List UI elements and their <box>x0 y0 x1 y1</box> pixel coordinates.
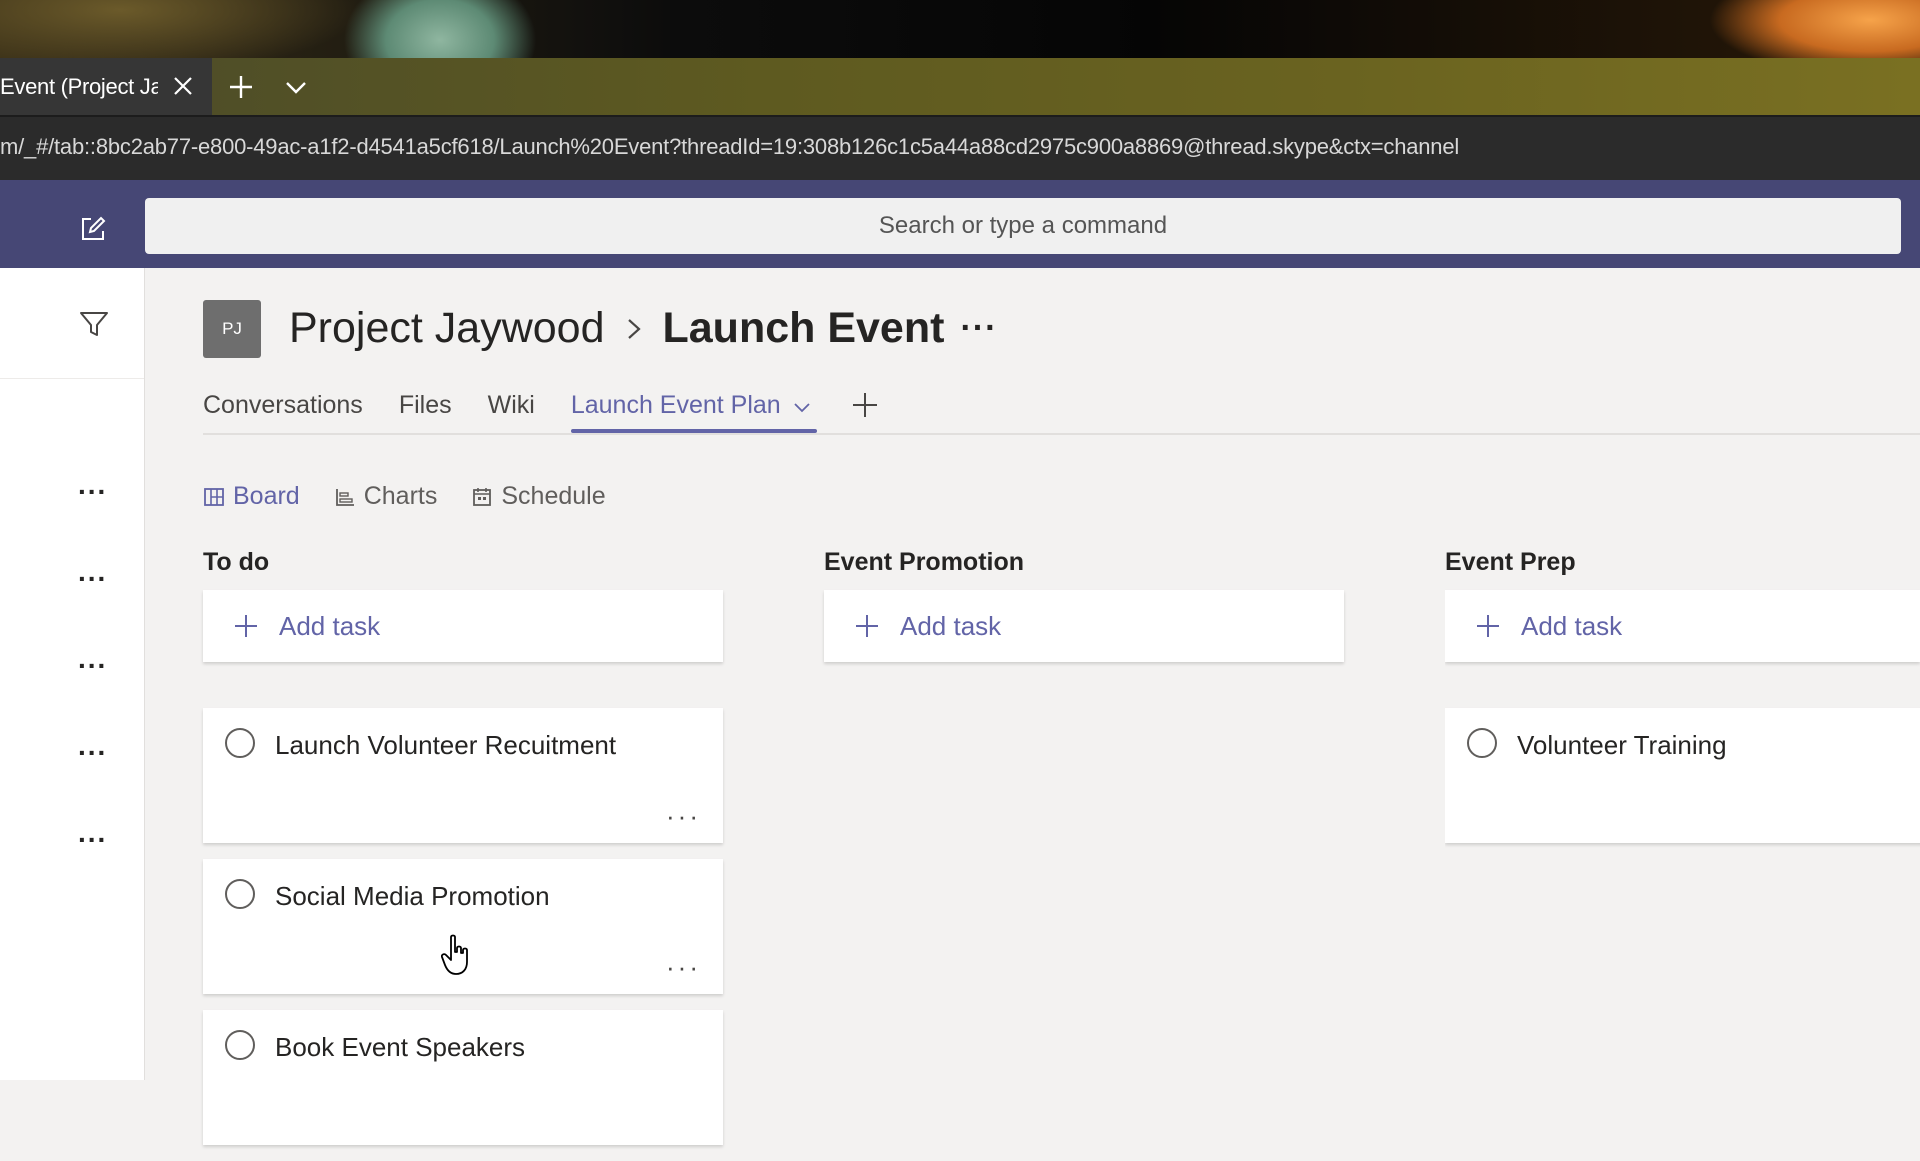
rail-divider <box>0 378 144 379</box>
channel-content: PJ Project Jaywood Launch Event ··· Conv… <box>145 268 1920 1145</box>
task-title: Social Media Promotion <box>275 881 550 911</box>
tab-files[interactable]: Files <box>399 385 452 431</box>
bucket-event-promotion: Event Promotion Add task <box>824 548 1344 662</box>
view-schedule[interactable]: Schedule <box>471 482 606 511</box>
url-text[interactable]: m/_#/tab::8bc2ab77-e800-49ac-a1f2-d4541a… <box>0 134 1459 160</box>
view-charts[interactable]: Charts <box>334 482 438 511</box>
board-icon <box>204 487 224 506</box>
task-more-button[interactable]: ··· <box>666 954 701 980</box>
tab-wiki[interactable]: Wiki <box>488 385 535 431</box>
task-card[interactable]: Book Event Speakers <box>203 1010 723 1145</box>
charts-icon <box>335 488 354 506</box>
more-options-icon[interactable]: ... <box>78 558 110 586</box>
add-task-label: Add task <box>900 610 1002 641</box>
tab-label: Wiki <box>487 391 535 419</box>
bucket-to-do: To do Add task Launch Volunteer Recuitme… <box>203 548 723 1161</box>
add-task-button[interactable]: Add task <box>203 590 723 662</box>
view-label: Schedule <box>501 482 606 510</box>
plus-icon <box>1477 615 1499 637</box>
view-label: Board <box>233 482 300 510</box>
tab-conversations[interactable]: Conversations <box>203 385 363 431</box>
team-avatar: PJ <box>203 300 261 358</box>
tab-label: Files <box>398 391 452 419</box>
task-complete-checkbox[interactable] <box>1467 728 1497 758</box>
schedule-icon <box>473 487 492 506</box>
task-complete-checkbox[interactable] <box>225 728 255 758</box>
address-bar[interactable]: m/_#/tab::8bc2ab77-e800-49ac-a1f2-d4541a… <box>0 115 1920 180</box>
new-tab-plus-icon[interactable] <box>226 72 256 102</box>
tab-launch-event-plan[interactable]: Launch Event Plan <box>570 385 817 433</box>
view-board[interactable]: Board <box>203 482 300 511</box>
team-name[interactable]: Project Jaywood <box>289 304 605 353</box>
add-task-button[interactable]: Add task <box>1445 590 1920 662</box>
channel-more-button[interactable]: ··· <box>960 309 997 348</box>
tab-label: Conversations <box>203 391 363 419</box>
task-card[interactable]: Launch Volunteer Recuitment ··· <box>203 708 723 843</box>
more-options-icon[interactable]: ... <box>78 732 110 760</box>
chevron-right-icon <box>627 318 641 339</box>
channel-name: Launch Event <box>662 304 945 352</box>
plus-icon <box>856 615 878 637</box>
compose-icon[interactable] <box>78 214 108 244</box>
add-tab-icon[interactable] <box>851 391 879 419</box>
bucket-title[interactable]: To do <box>203 548 723 590</box>
hand-cursor-icon <box>441 934 468 975</box>
breadcrumb: Project Jaywood Launch Event ··· <box>289 304 997 353</box>
bucket-title[interactable]: Event Prep <box>1445 548 1920 590</box>
view-label: Charts <box>363 482 438 510</box>
planner-view-switcher: Board Charts Schedule <box>203 482 640 511</box>
chevron-down-icon[interactable] <box>793 401 811 415</box>
task-title: Book Event Speakers <box>275 1032 526 1062</box>
task-more-button[interactable]: ··· <box>666 803 701 829</box>
desktop-wallpaper <box>0 0 1920 58</box>
tab-label: Launch Event Plan <box>570 391 781 419</box>
bucket-event-prep: Event Prep Add task Volunteer Training <box>1445 548 1920 859</box>
task-title: Volunteer Training <box>1517 730 1727 760</box>
browser-tab[interactable]: Event (Project Ja <box>0 58 212 115</box>
more-options-icon[interactable]: ... <box>78 819 110 847</box>
left-rail: ... ... ... ... ... <box>0 268 145 1080</box>
close-icon[interactable] <box>170 73 196 99</box>
plus-icon <box>235 615 257 637</box>
add-task-label: Add task <box>279 610 381 641</box>
channel-tabs: Conversations Files Wiki Launch Event Pl… <box>203 385 1920 435</box>
search-placeholder: Search or type a command <box>878 212 1168 239</box>
task-complete-checkbox[interactable] <box>225 879 255 909</box>
task-complete-checkbox[interactable] <box>225 1030 255 1060</box>
chevron-down-icon[interactable] <box>281 72 311 102</box>
more-options-icon[interactable]: ... <box>78 471 110 499</box>
task-card[interactable]: Volunteer Training <box>1445 708 1920 843</box>
add-task-label: Add task <box>1521 610 1623 641</box>
task-title: Launch Volunteer Recuitment <box>275 730 617 760</box>
teams-header: Search or type a command <box>0 180 1920 268</box>
bucket-title[interactable]: Event Promotion <box>824 548 1344 590</box>
search-input[interactable]: Search or type a command <box>145 198 1901 254</box>
filter-icon[interactable] <box>78 308 110 340</box>
more-options-icon[interactable]: ... <box>78 645 110 673</box>
browser-tab-bar: Event (Project Ja <box>0 58 1920 115</box>
add-task-button[interactable]: Add task <box>824 590 1344 662</box>
browser-tab-title: Event (Project Ja <box>0 73 158 99</box>
